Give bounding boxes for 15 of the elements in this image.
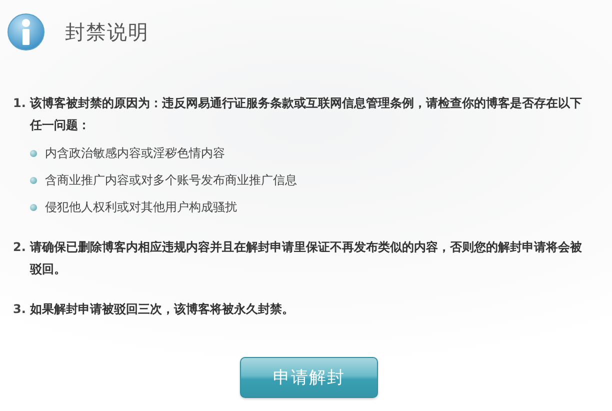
reason-text: 内含政治敏感内容或淫秽色情内容 xyxy=(45,145,225,162)
bullet-icon xyxy=(30,150,37,156)
list-number: 3. xyxy=(13,301,27,318)
notice-text: 请确保已删除博客内相应违规内容并且在解封申请里保证不再发布类似的内容，否则您的解封申请将会被驳回。 xyxy=(30,239,583,278)
list-number: 2. xyxy=(13,239,27,256)
reason-text: 侵犯他人权利或对其他用户构成骚扰 xyxy=(45,199,237,216)
bullet-icon xyxy=(30,204,37,210)
notice-text: 该博客被封禁的原因为：违反网易通行证服务条款或互联网信息管理条例，请检查你的博客是否存在以下任一问题： xyxy=(30,95,583,134)
info-icon xyxy=(7,13,45,51)
bullet-icon xyxy=(30,176,37,184)
list-number: 1. xyxy=(13,95,27,112)
notice-text: 如果解封申请被驳回三次，该博客将被永久封禁。 xyxy=(30,301,295,318)
page-title: 封禁说明 xyxy=(65,18,149,46)
appeal-button[interactable]: 申请解封 xyxy=(240,357,378,398)
reason-text: 含商业推广内容或对多个账号发布商业推广信息 xyxy=(45,172,297,189)
